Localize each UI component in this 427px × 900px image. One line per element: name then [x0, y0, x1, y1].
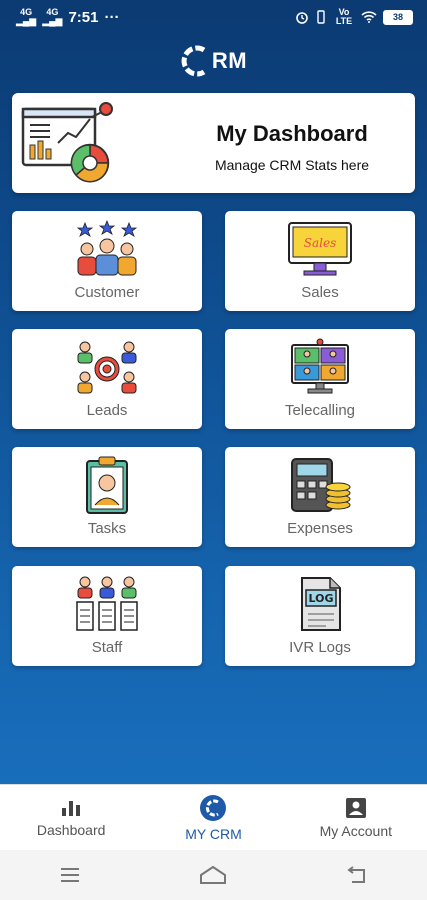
network-indicator-1: 4G ▂▄▆ — [16, 7, 37, 26]
tile-label: Tasks — [87, 520, 127, 537]
system-navigation-bar — [0, 850, 427, 900]
clock: 7:51 — [68, 8, 99, 26]
crm-c-logo-icon — [181, 45, 206, 77]
nav-my-crm[interactable]: MY CRM — [142, 785, 284, 850]
tile-label: Customer — [74, 284, 140, 301]
wifi-icon — [361, 11, 377, 23]
staff-icon — [76, 576, 138, 631]
status-bar: 4G ▂▄▆ 4G ▂▄▆ 7:51 ··· Vo LTE 38 — [0, 0, 427, 34]
tile-label: Expenses — [287, 520, 353, 537]
telecalling-icon — [291, 338, 349, 394]
vibrate-icon — [317, 10, 325, 24]
volte-indicator: Vo LTE — [335, 7, 353, 26]
tasks-clipboard-icon — [86, 456, 128, 514]
tile-label: Telecalling — [284, 402, 356, 419]
status-right: Vo LTE 38 — [295, 8, 413, 26]
menu-icon[interactable] — [59, 867, 81, 883]
nav-label: My Account — [319, 822, 392, 839]
nav-label: Dashboard — [36, 821, 106, 838]
sales-sign-text: Sales — [304, 236, 336, 250]
nav-label: MY CRM — [185, 825, 242, 842]
tile-telecalling[interactable]: Telecalling — [225, 329, 415, 429]
status-left: 4G ▂▄▆ 4G ▂▄▆ 7:51 ··· — [16, 8, 120, 26]
logo-text: RM — [211, 48, 248, 73]
log-text: LOG — [309, 592, 334, 605]
tile-label: Staff — [91, 639, 123, 656]
nav-my-account[interactable]: My Account — [285, 785, 427, 850]
tile-expenses[interactable]: Expenses — [225, 447, 415, 547]
app-logo: RM — [0, 38, 427, 84]
tile-label: Leads — [86, 402, 128, 419]
tile-customer[interactable]: Customer — [12, 211, 202, 311]
bar-chart-icon — [62, 800, 81, 816]
leads-target-icon — [77, 341, 137, 394]
battery-icon: 38 — [383, 9, 413, 25]
more-notifications-icon: ··· — [104, 8, 120, 26]
tile-label: IVR Logs — [289, 639, 351, 656]
log-file-icon: LOG — [301, 577, 341, 631]
network-indicator-2: 4G ▂▄▆ — [42, 7, 63, 26]
alarm-icon — [296, 12, 308, 24]
nav-dashboard[interactable]: Dashboard — [0, 785, 142, 850]
tile-leads[interactable]: Leads — [12, 329, 202, 429]
tile-label: Sales — [301, 284, 339, 301]
home-icon[interactable] — [199, 865, 227, 885]
dashboard-subtitle: Manage CRM Stats here — [214, 157, 370, 173]
tile-sales[interactable]: Sales Sales — [225, 211, 415, 311]
dashboard-title: My Dashboard — [216, 121, 368, 146]
bottom-navigation: Dashboard MY CRM My Account — [0, 784, 427, 850]
my-dashboard-card[interactable]: My Dashboard Manage CRM Stats here — [12, 93, 415, 193]
tile-ivr-logs[interactable]: LOG IVR Logs — [225, 566, 415, 666]
crm-logo-icon — [200, 794, 227, 821]
tile-tasks[interactable]: Tasks — [12, 447, 202, 547]
tile-staff[interactable]: Staff — [12, 566, 202, 666]
customers-icon — [76, 219, 138, 276]
back-icon[interactable] — [346, 866, 368, 884]
sales-monitor-icon: Sales — [288, 222, 352, 276]
account-icon — [345, 797, 366, 818]
calculator-coins-icon — [291, 458, 351, 512]
dashboard-analytics-icon — [21, 102, 113, 183]
